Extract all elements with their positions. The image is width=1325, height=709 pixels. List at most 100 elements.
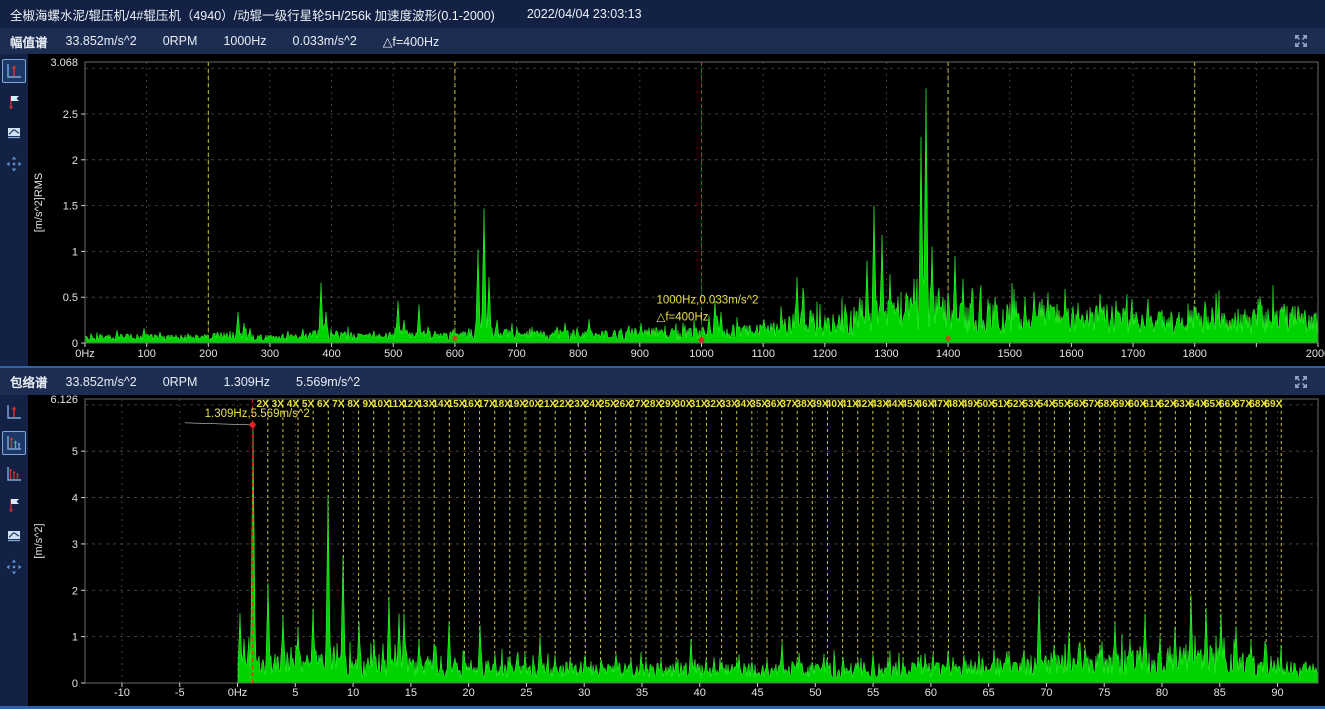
svg-text:1800: 1800 xyxy=(1182,348,1206,360)
svg-text:900: 900 xyxy=(631,348,649,360)
svg-text:55: 55 xyxy=(867,687,879,699)
delta-f-value: △f=400Hz xyxy=(383,34,440,49)
flag-icon xyxy=(5,496,23,514)
pan-icon xyxy=(5,558,23,576)
rpm-value: 0RPM xyxy=(163,34,198,48)
envelope-panel-body: 2X3X4X5X6X7X8X9X10X11X12X13X14X15X16X17X… xyxy=(0,395,1325,706)
svg-text:40: 40 xyxy=(694,687,706,699)
svg-text:0Hz: 0Hz xyxy=(228,687,248,699)
envelope-rpm-value: 0RPM xyxy=(163,375,198,389)
svg-text:100: 100 xyxy=(137,348,155,360)
svg-text:5: 5 xyxy=(72,446,78,458)
svg-text:8X: 8X xyxy=(347,399,360,410)
single-cursor-icon xyxy=(5,62,23,80)
svg-text:500: 500 xyxy=(384,348,402,360)
svg-text:1400: 1400 xyxy=(936,348,960,360)
svg-text:1700: 1700 xyxy=(1121,348,1145,360)
svg-text:70: 70 xyxy=(1040,687,1052,699)
svg-text:6X: 6X xyxy=(317,399,330,410)
svg-text:30: 30 xyxy=(578,687,590,699)
trend-chart-tool[interactable] xyxy=(2,121,26,145)
overall-rms-value: 33.852m/s^2 xyxy=(66,34,137,48)
single-cursor-tool[interactable] xyxy=(2,400,26,424)
flag-marker-tool[interactable] xyxy=(2,90,26,114)
envelope-cursor-amplitude-value: 5.569m/s^2 xyxy=(296,375,360,389)
svg-text:0Hz: 0Hz xyxy=(75,348,95,360)
envelope-toolbar xyxy=(0,395,28,706)
svg-text:1500: 1500 xyxy=(998,348,1022,360)
trend-chart-tool[interactable] xyxy=(2,524,26,548)
envelope-panel-header: 包络谱 33.852m/s^2 0RPM 1.309Hz 5.569m/s^2 xyxy=(0,368,1325,395)
svg-text:400: 400 xyxy=(322,348,340,360)
sideband-cursor-tool[interactable] xyxy=(2,462,26,486)
breadcrumb: 全椒海螺水泥/辊压机/4#辊压机（4940）/动辊一级行星轮5H/256k 加速… xyxy=(10,5,495,24)
amplitude-expand-button[interactable] xyxy=(1293,33,1309,49)
svg-text:25: 25 xyxy=(520,687,532,699)
sideband-cursor-icon xyxy=(5,465,23,483)
harmonic-cursor-tool[interactable] xyxy=(2,431,26,455)
expand-icon xyxy=(1293,33,1309,49)
svg-text:3.068: 3.068 xyxy=(50,57,78,69)
svg-text:15: 15 xyxy=(405,687,417,699)
amplitude-panel-body: 1000Hz,0.033m/s^2△f=400Hz0Hz100200300400… xyxy=(0,54,1325,366)
svg-text:2000: 2000 xyxy=(1306,348,1325,360)
single-cursor-tool[interactable] xyxy=(2,59,26,83)
flag-marker-tool[interactable] xyxy=(2,493,26,517)
envelope-cursor-frequency-value: 1.309Hz xyxy=(223,375,270,389)
svg-text:35: 35 xyxy=(636,687,648,699)
svg-text:10: 10 xyxy=(347,687,359,699)
svg-text:800: 800 xyxy=(569,348,587,360)
svg-text:85: 85 xyxy=(1214,687,1226,699)
svg-text:69X: 69X xyxy=(1264,399,1282,410)
svg-text:1000: 1000 xyxy=(689,348,713,360)
envelope-spectrum-chart[interactable]: 2X3X4X5X6X7X8X9X10X11X12X13X14X15X16X17X… xyxy=(28,395,1325,706)
svg-text:0.5: 0.5 xyxy=(63,292,78,304)
svg-text:3: 3 xyxy=(72,539,78,551)
amplitude-spectrum-chart[interactable]: 1000Hz,0.033m/s^2△f=400Hz0Hz100200300400… xyxy=(28,54,1325,366)
svg-text:1000Hz,0.033m/s^2: 1000Hz,0.033m/s^2 xyxy=(657,295,759,307)
svg-text:45: 45 xyxy=(751,687,763,699)
timestamp: 2022/04/04 23:03:13 xyxy=(527,7,642,21)
svg-text:60: 60 xyxy=(925,687,937,699)
svg-text:7X: 7X xyxy=(332,399,345,410)
trend-chart-icon xyxy=(5,124,23,142)
expand-icon xyxy=(1293,374,1309,390)
vibration-analysis-app: 全椒海螺水泥/辊压机/4#辊压机（4940）/动辊一级行星轮5H/256k 加速… xyxy=(0,0,1325,709)
envelope-overall-value: 33.852m/s^2 xyxy=(66,375,137,389)
svg-text:1.309Hz,5.569m/s^2: 1.309Hz,5.569m/s^2 xyxy=(205,408,310,420)
svg-text:1200: 1200 xyxy=(813,348,837,360)
svg-text:5: 5 xyxy=(292,687,298,699)
svg-text:[m/s^2]RMS: [m/s^2]RMS xyxy=(33,173,45,233)
svg-text:1.5: 1.5 xyxy=(63,201,78,213)
svg-text:△f=400Hz: △f=400Hz xyxy=(657,312,709,324)
svg-text:600: 600 xyxy=(446,348,464,360)
svg-text:1100: 1100 xyxy=(751,348,775,360)
single-cursor-icon xyxy=(5,403,23,421)
cursor-amplitude-value: 0.033m/s^2 xyxy=(293,34,357,48)
envelope-expand-button[interactable] xyxy=(1293,374,1309,390)
pan-icon xyxy=(5,155,23,173)
svg-text:4: 4 xyxy=(72,493,78,505)
cursor-frequency-value: 1000Hz xyxy=(223,34,266,48)
svg-text:200: 200 xyxy=(199,348,217,360)
svg-text:20: 20 xyxy=(463,687,475,699)
svg-text:700: 700 xyxy=(507,348,525,360)
svg-text:75: 75 xyxy=(1098,687,1110,699)
svg-text:2.5: 2.5 xyxy=(63,109,78,121)
svg-text:90: 90 xyxy=(1271,687,1283,699)
svg-text:-5: -5 xyxy=(175,687,185,699)
envelope-panel-title: 包络谱 xyxy=(10,372,48,391)
pan-tool[interactable] xyxy=(2,555,26,579)
svg-text:1: 1 xyxy=(72,246,78,258)
amplitude-panel-header: 幅值谱 33.852m/s^2 0RPM 1000Hz 0.033m/s^2 △… xyxy=(0,28,1325,54)
svg-text:2: 2 xyxy=(72,155,78,167)
svg-text:6.126: 6.126 xyxy=(50,395,78,406)
trend-chart-icon xyxy=(5,527,23,545)
pan-tool[interactable] xyxy=(2,152,26,176)
svg-text:0: 0 xyxy=(72,678,78,690)
svg-text:65: 65 xyxy=(983,687,995,699)
amplitude-toolbar xyxy=(0,54,28,366)
svg-text:50: 50 xyxy=(809,687,821,699)
amplitude-panel-title: 幅值谱 xyxy=(10,32,48,51)
svg-text:1300: 1300 xyxy=(874,348,898,360)
